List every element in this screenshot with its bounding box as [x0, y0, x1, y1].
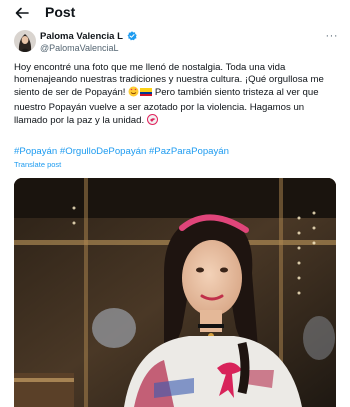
tweet-line: homenajeando nuestras tradiciones y nues… — [14, 74, 324, 86]
author-row: Paloma Valencia L @PalomaValenciaL ··· — [14, 30, 344, 58]
tweet-line: llamado por la paz y la unidad. — [14, 113, 336, 129]
more-options-button[interactable]: ··· — [326, 30, 339, 42]
tweet-line-part: Pero también siento tristeza al ver que — [152, 87, 319, 99]
tweet-line-part: llamado por la paz y la unidad. — [14, 114, 145, 126]
tweet-line: nuestro Popayán vuelve a ser azotado por… — [14, 101, 305, 113]
author-handle[interactable]: @PalomaValenciaL — [40, 43, 119, 53]
dove-emoji-icon — [146, 113, 158, 129]
back-button[interactable] — [12, 3, 32, 23]
tweet-text: Hoy encontré una foto que me llenó de no… — [14, 62, 336, 129]
top-bar: Post — [0, 0, 350, 26]
translate-post-link[interactable]: Translate post — [14, 160, 61, 169]
hashtag-link[interactable]: #Popayán — [14, 146, 57, 157]
hashtags: #Popayán #OrgulloDePopayán #PazParaPopay… — [14, 146, 229, 157]
verified-badge-icon — [127, 31, 138, 44]
face-hearts-emoji-icon — [128, 86, 139, 101]
hashtag-link[interactable]: #PazParaPopayán — [149, 146, 229, 157]
author-name-text: Paloma Valencia L — [40, 31, 123, 42]
post-photo[interactable] — [14, 178, 336, 407]
colombia-flag-icon — [140, 88, 153, 97]
arrow-left-icon — [15, 7, 29, 19]
tweet-line: siento de ser de Popayán! Pero también s… — [14, 86, 336, 101]
avatar[interactable] — [14, 30, 36, 52]
hashtag-link[interactable]: #OrgulloDePopayán — [60, 146, 146, 157]
tweet-line: Hoy encontré una foto que me llenó de no… — [14, 62, 286, 73]
page-title: Post — [45, 4, 76, 20]
tweet-line-part: siento de ser de Popayán! — [14, 87, 126, 99]
more-horizontal-icon: ··· — [325, 30, 338, 42]
